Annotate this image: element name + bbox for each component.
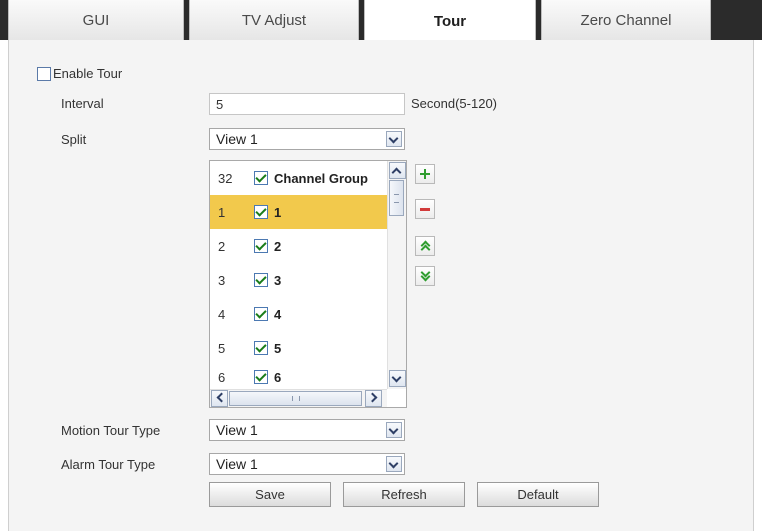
list-item-number: 1 [218,204,226,220]
split-select[interactable]: View 1 [209,128,405,150]
interval-input[interactable] [209,93,405,115]
list-item-checkbox[interactable] [254,341,268,355]
list-item-label: 6 [274,369,282,385]
motion-tour-type-select[interactable]: View 1 [209,419,405,441]
tab-tour-label: Tour [433,12,467,30]
plus-icon[interactable] [415,164,435,184]
chevron-down-icon[interactable] [386,131,402,147]
enable-tour-row: Enable Tour [37,66,122,81]
channel-list: 32 Channel Group 1 1 2 2 3 3 4 4 5 5 6 6 [209,160,407,408]
tour-settings-panel: Enable Tour Interval Second(5-120) Split… [8,40,754,531]
double-up-icon[interactable] [415,236,435,256]
channel-group-header-row[interactable]: 32 Channel Group [210,161,387,195]
default-button[interactable]: Default [477,482,599,507]
enable-tour-checkbox[interactable] [37,66,51,81]
list-item-label: 4 [274,306,282,322]
list-item-number: 2 [218,238,226,254]
scroll-up-icon[interactable] [389,162,406,179]
enable-tour-label: Enable Tour [53,66,123,81]
list-item[interactable]: 4 4 [210,297,387,331]
list-item-number: 6 [218,369,226,385]
tab-tv-adjust[interactable]: TV Adjust [189,0,359,40]
list-item-checkbox[interactable] [254,205,268,219]
horizontal-scrollbar[interactable] [210,389,387,407]
alarm-tour-type-label: Alarm Tour Type [61,457,156,472]
list-item-label: 5 [274,340,282,356]
list-item-number: 4 [218,306,226,322]
channel-group-checkbox[interactable] [254,171,268,185]
list-item[interactable]: 1 1 [210,195,387,229]
list-item-checkbox[interactable] [254,239,268,253]
channel-group-count: 32 [218,170,233,186]
vertical-scrollbar[interactable] [387,161,406,389]
vertical-scroll-thumb[interactable] [389,180,404,216]
tab-zero-channel[interactable]: Zero Channel [541,0,711,40]
split-label: Split [61,132,87,147]
list-item-checkbox[interactable] [254,307,268,321]
split-select-value: View 1 [216,131,258,147]
tab-gui[interactable]: GUI [8,0,184,40]
minus-icon[interactable] [415,199,435,219]
list-item-label: 3 [274,272,282,288]
channel-group-label: Channel Group [274,170,368,186]
tab-zero-channel-label: Zero Channel [580,11,672,29]
scroll-down-icon[interactable] [389,370,406,387]
alarm-tour-type-select[interactable]: View 1 [209,453,405,475]
refresh-button[interactable]: Refresh [343,482,465,507]
list-item-number: 5 [218,340,226,356]
list-item-label: 2 [274,238,282,254]
list-item[interactable]: 2 2 [210,229,387,263]
motion-tour-type-value: View 1 [216,422,258,438]
list-item[interactable]: 6 6 [210,365,387,389]
tab-gui-label: GUI [82,11,110,29]
list-item-label: 1 [274,204,282,220]
scroll-left-icon[interactable] [211,390,228,407]
scroll-right-icon[interactable] [365,390,382,407]
alarm-tour-type-value: View 1 [216,456,258,472]
chevron-down-icon[interactable] [386,456,402,472]
list-item-checkbox[interactable] [254,370,268,384]
list-item[interactable]: 3 3 [210,263,387,297]
horizontal-scroll-thumb[interactable] [229,391,362,406]
save-button[interactable]: Save [209,482,331,507]
chevron-down-icon[interactable] [386,422,402,438]
interval-label: Interval [61,96,104,111]
interval-hint: Second(5-120) [411,96,497,111]
tab-bar: GUI TV Adjust Tour Zero Channel [0,0,762,42]
tab-tour[interactable]: Tour [364,0,536,42]
list-item[interactable]: 5 5 [210,331,387,365]
motion-tour-type-label: Motion Tour Type [61,423,161,438]
tab-tv-adjust-label: TV Adjust [241,11,307,29]
list-item-checkbox[interactable] [254,273,268,287]
list-item-number: 3 [218,272,226,288]
double-down-icon[interactable] [415,266,435,286]
